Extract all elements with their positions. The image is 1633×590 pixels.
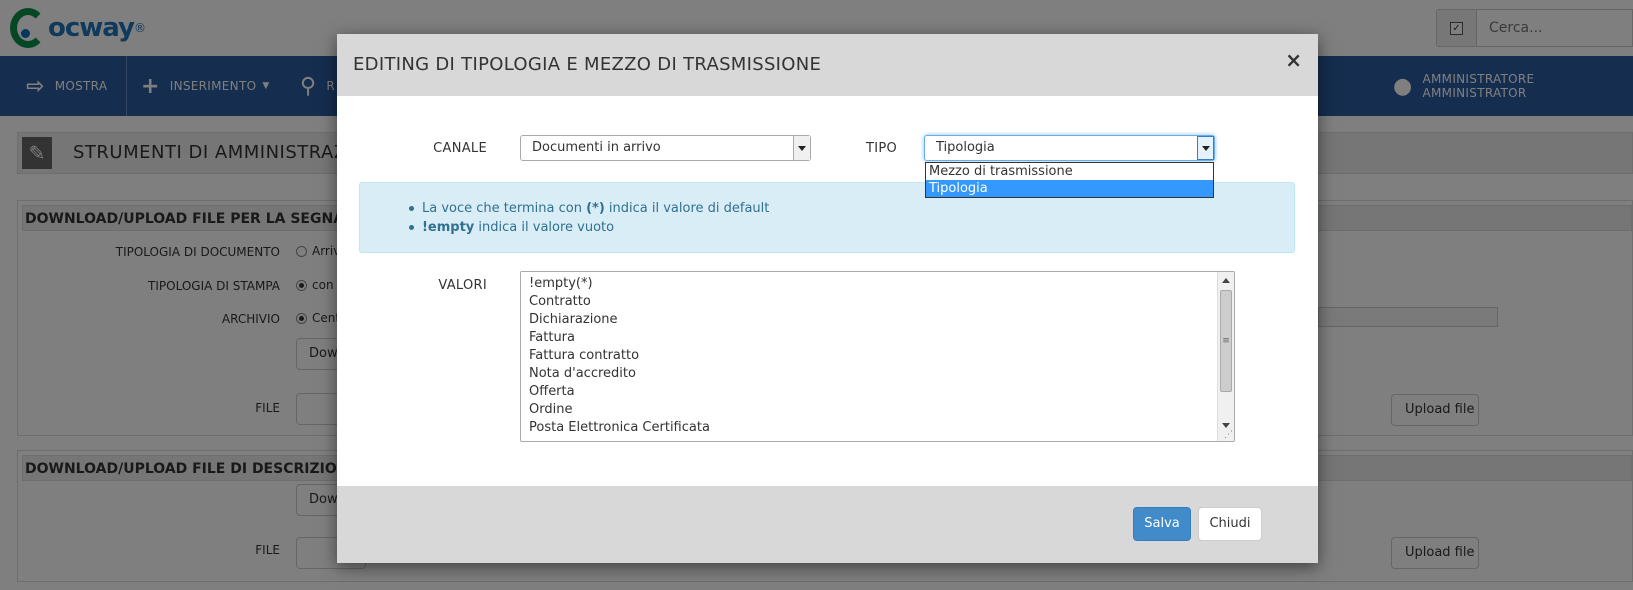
chevron-down-icon bbox=[793, 136, 810, 160]
valori-item[interactable]: Fattura bbox=[529, 329, 710, 347]
tipo-option-mezzo[interactable]: Mezzo di trasmissione bbox=[926, 163, 1213, 180]
valori-item[interactable]: Fattura contratto bbox=[529, 347, 710, 365]
scroll-thumb[interactable]: ≡ bbox=[1220, 290, 1232, 392]
close-button[interactable]: Chiudi bbox=[1198, 507, 1262, 541]
save-button[interactable]: Salva bbox=[1133, 507, 1191, 541]
valori-list: !empty(*) Contratto Dichiarazione Fattura Fa… bbox=[529, 275, 710, 437]
valori-item[interactable]: Posta Elettronica Certificata bbox=[529, 419, 710, 437]
tipo-option-tipologia[interactable]: Tipologia bbox=[926, 180, 1213, 197]
canale-select-value: Documenti in arrivo bbox=[532, 140, 661, 155]
valori-item[interactable]: Dichiarazione bbox=[529, 311, 710, 329]
info-line2-post: indica il valore vuoto bbox=[474, 220, 615, 235]
info-line1-bold: (*) bbox=[586, 201, 605, 216]
info-line2-bold: !empty bbox=[422, 220, 475, 235]
valori-label: VALORI bbox=[438, 278, 487, 293]
info-line1-text: La voce che termina con bbox=[422, 201, 587, 216]
tipo-select-value: Tipologia bbox=[936, 140, 995, 155]
tipo-dropdown-list: Mezzo di trasmissione Tipologia bbox=[925, 162, 1214, 198]
valori-item[interactable]: !empty(*) bbox=[529, 275, 710, 293]
chevron-down-icon bbox=[1197, 136, 1214, 160]
valori-item[interactable]: Offerta bbox=[529, 383, 710, 401]
valori-item[interactable]: Ordine bbox=[529, 401, 710, 419]
canale-select[interactable]: Documenti in arrivo bbox=[520, 135, 811, 161]
close-icon[interactable]: × bbox=[1285, 50, 1302, 70]
valori-item[interactable]: Contratto bbox=[529, 293, 710, 311]
valori-item[interactable]: Nota d'accredito bbox=[529, 365, 710, 383]
modal-header: EDITING DI TIPOLOGIA E MEZZO DI TRASMISS… bbox=[337, 34, 1318, 96]
scroll-up-icon[interactable] bbox=[1218, 272, 1234, 288]
editing-modal: EDITING DI TIPOLOGIA E MEZZO DI TRASMISS… bbox=[337, 34, 1318, 563]
tipo-select[interactable]: Tipologia bbox=[924, 135, 1215, 161]
valori-textarea[interactable]: !empty(*) Contratto Dichiarazione Fattura Fa… bbox=[520, 271, 1235, 442]
info-line1-post: indica il valore di default bbox=[604, 201, 770, 216]
info-line-default: La voce che termina con (*) indica il va… bbox=[408, 199, 770, 218]
modal-title: EDITING DI TIPOLOGIA E MEZZO DI TRASMISS… bbox=[353, 54, 822, 75]
valori-scrollbar[interactable]: ≡ bbox=[1217, 272, 1234, 441]
modal-footer: Salva Chiudi bbox=[337, 486, 1318, 563]
tipo-label: TIPO bbox=[865, 141, 897, 156]
canale-label: CANALE bbox=[433, 141, 487, 156]
resize-grip-icon[interactable]: ⋰ bbox=[1224, 431, 1233, 440]
info-line-empty: !empty indica il valore vuoto bbox=[408, 218, 769, 237]
